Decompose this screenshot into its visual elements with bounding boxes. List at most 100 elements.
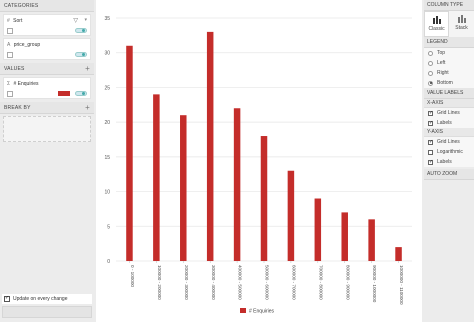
category-toggle[interactable] — [75, 52, 87, 57]
legend-option-left[interactable]: Left — [424, 58, 474, 68]
y-axis-title: Y-AXIS — [427, 129, 443, 135]
x-axis-labels-option[interactable]: Labels — [424, 118, 474, 128]
legend-header: LEGEND — [424, 37, 474, 48]
column-type-label: Classic — [428, 26, 445, 32]
x-tick-label: 300000 - 400000 — [211, 265, 216, 300]
break-by-title: BREAK BY — [4, 104, 31, 111]
left-panel: CATEGORIES # Sort ▽ ▾ A price_group VALU… — [0, 0, 94, 322]
value-label: # Enquiries — [13, 81, 39, 87]
filter-icon[interactable]: ▽ — [73, 17, 78, 24]
legend-option-label: Left — [437, 60, 446, 66]
y-axis-header: Y-AXIS — [424, 128, 474, 137]
x-tick-label: 0 - 100000 — [130, 265, 135, 287]
category-card-price-group[interactable]: A price_group — [3, 38, 91, 60]
text-type-icon: A — [7, 42, 11, 48]
auto-zoom-title: AUTO ZOOM — [427, 171, 458, 177]
column-type-options: Classic Stack — [424, 11, 474, 37]
auto-zoom-header[interactable]: AUTO ZOOM — [424, 169, 474, 180]
value-labels-title: VALUE LABELS — [427, 90, 464, 96]
category-checkbox[interactable] — [7, 28, 13, 34]
category-label: price_group — [13, 42, 41, 48]
value-toggle[interactable] — [75, 91, 87, 96]
sum-icon: Σ — [7, 81, 11, 87]
y-axis-grid-lines-checkbox[interactable] — [428, 139, 433, 145]
option-label: Grid Lines — [437, 139, 460, 145]
bar-chart-icon — [432, 16, 441, 24]
category-card-sort[interactable]: # Sort ▽ ▾ — [3, 14, 91, 36]
bar — [206, 31, 214, 262]
y-tick-label: 5 — [107, 224, 110, 230]
value-labels-header[interactable]: VALUE LABELS — [424, 88, 474, 99]
y-tick-label: 35 — [104, 16, 110, 22]
update-on-change-label: Update on every change — [13, 296, 68, 302]
bar — [287, 170, 295, 261]
legend-option-bottom[interactable]: Bottom — [424, 78, 474, 88]
x-tick-label: 600000 - 700000 — [292, 265, 297, 300]
update-button[interactable] — [2, 306, 92, 318]
add-break-by-button[interactable]: + — [85, 103, 90, 112]
y-axis-grid-lines-option[interactable]: Grid Lines — [424, 137, 474, 147]
break-by-header: BREAK BY + — [0, 102, 94, 114]
legend-radio[interactable] — [428, 60, 433, 66]
y-axis-logarithmic-option[interactable]: Logarithmic — [424, 147, 474, 157]
y-tick-label: 10 — [104, 190, 110, 196]
x-tick-label: 900000 - 1000000 — [372, 265, 377, 303]
add-value-button[interactable]: + — [85, 64, 90, 73]
legend-option-label: Right — [437, 70, 449, 76]
y-tick-label: 20 — [104, 120, 110, 126]
option-label: Labels — [437, 159, 452, 165]
categories-header: CATEGORIES — [0, 0, 94, 12]
update-on-change-row[interactable]: Update on every change — [2, 294, 92, 304]
column-type-label: Stack — [455, 25, 468, 31]
category-checkbox[interactable] — [7, 52, 13, 58]
break-by-dropzone[interactable] — [3, 116, 91, 142]
legend-radio-selected[interactable] — [428, 80, 433, 86]
category-label: Sort — [13, 18, 23, 24]
bar — [314, 198, 322, 261]
x-axis-header: X-AXIS — [424, 99, 474, 108]
update-on-change-checkbox[interactable] — [4, 295, 10, 302]
legend-option-right[interactable]: Right — [424, 68, 474, 78]
series-color-swatch[interactable] — [58, 91, 70, 96]
x-tick-label: 100000 - 200000 — [157, 265, 162, 300]
column-type-stack[interactable]: Stack — [449, 11, 474, 37]
option-label: Grid Lines — [437, 110, 460, 116]
option-label: Logarithmic — [437, 149, 463, 155]
bar — [126, 45, 133, 262]
legend-option-top[interactable]: Top — [424, 48, 474, 58]
legend-radio[interactable] — [428, 70, 433, 76]
x-tick-label: 800000 - 900000 — [345, 265, 350, 300]
legend-option-label: Top — [437, 50, 446, 56]
option-label: Labels — [437, 120, 452, 126]
category-toggle[interactable] — [75, 28, 87, 33]
legend-option-label: Bottom — [437, 80, 453, 86]
y-axis-logarithmic-checkbox[interactable] — [428, 149, 433, 155]
bar — [395, 247, 402, 261]
y-tick-label: 0 — [107, 259, 110, 265]
x-tick-label: 700000 - 800000 — [318, 265, 323, 300]
y-tick-label: 30 — [104, 51, 110, 57]
chevron-down-icon[interactable]: ▾ — [84, 17, 87, 23]
legend-swatch — [240, 308, 246, 313]
column-type-classic[interactable]: Classic — [424, 11, 450, 37]
x-tick-label: 1000000 - 1100000 — [399, 265, 404, 305]
legend-title: LEGEND — [427, 39, 448, 45]
y-tick-label: 25 — [104, 85, 110, 91]
legend-radio[interactable] — [428, 50, 433, 56]
x-axis-grid-lines-checkbox[interactable] — [428, 110, 433, 116]
categories-title: CATEGORIES — [4, 2, 39, 9]
bar — [341, 212, 348, 261]
y-axis-labels-checkbox[interactable] — [428, 159, 433, 165]
value-checkbox[interactable] — [7, 91, 13, 97]
number-type-icon: # — [7, 18, 10, 24]
value-card-enquiries[interactable]: Σ # Enquiries — [3, 77, 91, 99]
stacked-bar-icon — [457, 15, 466, 23]
x-tick-label: 200000 - 300000 — [184, 265, 189, 300]
x-axis-grid-lines-option[interactable]: Grid Lines — [424, 108, 474, 118]
bar — [233, 108, 241, 261]
y-axis-labels-option[interactable]: Labels — [424, 157, 474, 167]
x-axis-labels-checkbox[interactable] — [428, 120, 433, 126]
x-axis-title: X-AXIS — [427, 100, 444, 106]
right-panel: COLUMN TYPE Classic Stack LEGEND Top Lef… — [424, 0, 474, 322]
bar — [260, 136, 268, 261]
